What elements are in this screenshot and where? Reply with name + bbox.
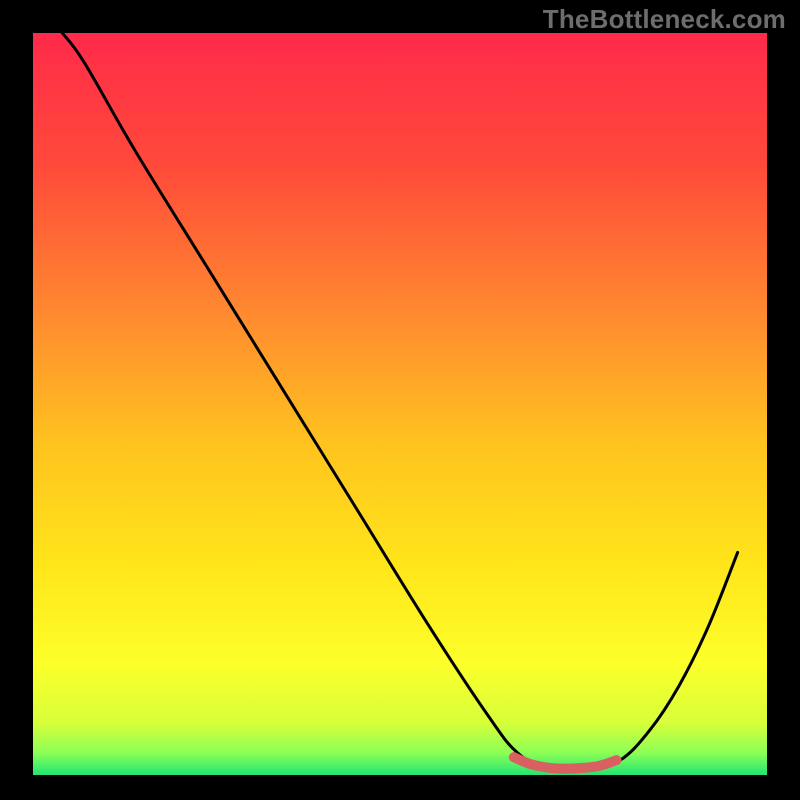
chart-stage: TheBottleneck.com (0, 0, 800, 800)
gradient-plot-area (33, 33, 767, 775)
watermark-text: TheBottleneck.com (543, 4, 786, 35)
bottleneck-curve-chart (0, 0, 800, 800)
